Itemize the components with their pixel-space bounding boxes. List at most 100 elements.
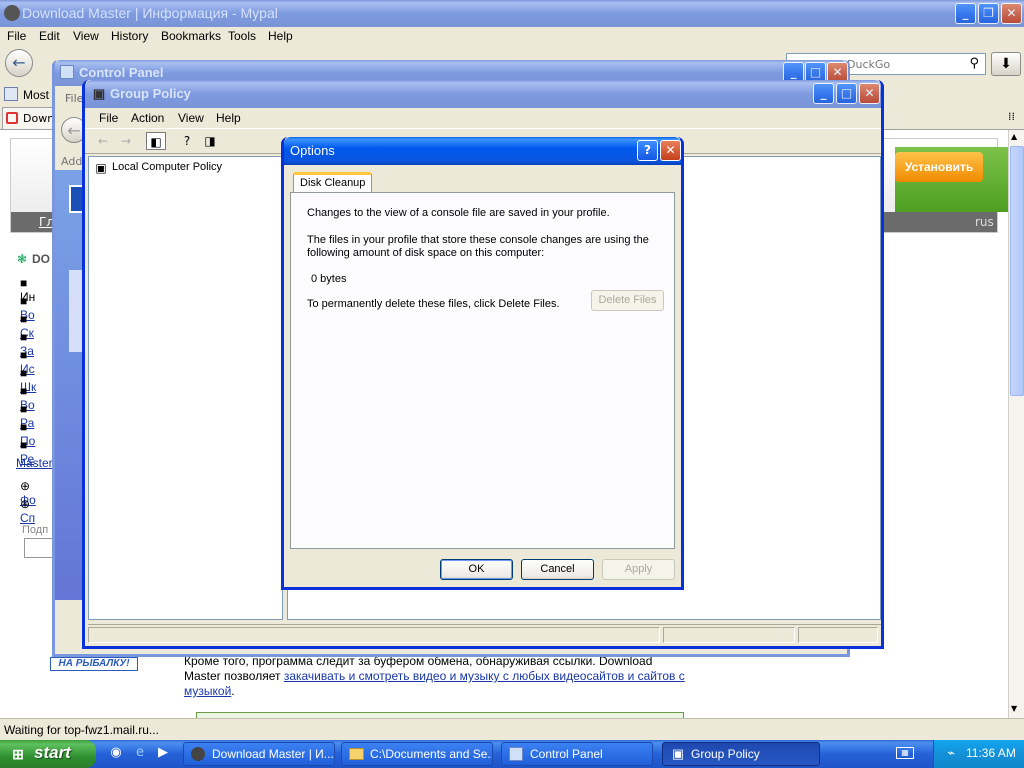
side-label: Подп <box>22 524 49 536</box>
side-heading-text: DO <box>32 252 50 266</box>
search-icon: ⚲ <box>969 56 979 71</box>
scroll-thumb[interactable] <box>1010 146 1024 396</box>
browser-title-bar[interactable]: Download Master | Информация - Mypal _ ❐… <box>0 0 1024 27</box>
task-control-panel[interactable]: Control Panel <box>501 742 653 766</box>
gp-menu-view[interactable]: View <box>178 111 204 125</box>
gp-status-bar <box>88 624 881 644</box>
back-button[interactable]: ← <box>5 49 33 77</box>
taskbar: ⊞ start ◉ e ▶ Download Master | И... C:\… <box>0 740 1024 768</box>
control-panel-title: Control Panel <box>79 65 164 80</box>
options-title-bar[interactable]: Options ? ✕ <box>284 137 681 165</box>
browser-status-bar: Waiting for top-fwz1.mail.ru... <box>0 718 1024 740</box>
options-help-button[interactable]: ? <box>637 140 658 161</box>
side-master-link[interactable]: Master <box>16 456 53 470</box>
apply-button[interactable]: Apply <box>602 559 675 580</box>
keyboard-language-icon[interactable]: ▦ <box>896 747 914 759</box>
task-label: Group Policy <box>691 747 760 761</box>
search-placeholder: DuckGo <box>847 58 891 71</box>
banner-lang[interactable]: rus <box>975 215 994 229</box>
group-policy-task-icon: ▣ <box>671 746 685 761</box>
gp-tree-pane: ▣ Local Computer Policy <box>88 156 283 620</box>
browser-menubar: File Edit View History Bookmarks Tools H… <box>0 27 1024 46</box>
task-label: Control Panel <box>530 747 603 761</box>
scroll-down-icon[interactable]: ▼ <box>1011 704 1017 713</box>
delete-files-button[interactable]: Delete Files <box>591 290 664 311</box>
cancel-button[interactable]: Cancel <box>521 559 594 580</box>
options-dialog: Options ? ✕ Disk Cleanup Changes to the … <box>281 137 684 590</box>
quicklaunch-browser-icon[interactable]: e <box>132 745 148 761</box>
dm-icon: ❃ <box>16 252 28 266</box>
task-label: C:\Documents and Se... <box>370 747 493 761</box>
scroll-up-icon[interactable]: ▲ <box>1011 132 1017 141</box>
policy-computer-icon: ▣ <box>95 161 107 175</box>
network-tray-icon[interactable]: ⌁ <box>942 745 960 763</box>
downloads-button[interactable]: ⬇ <box>991 52 1021 76</box>
browser-minimize-button[interactable]: _ <box>955 3 976 24</box>
start-label: start <box>34 743 71 762</box>
side-more-item[interactable]: ⊕ Сп <box>20 497 35 525</box>
show-hide-tree-icon[interactable]: ◧ <box>146 132 166 150</box>
menu-view[interactable]: View <box>73 29 99 43</box>
gp-status-panel <box>798 627 878 643</box>
menu-edit[interactable]: Edit <box>39 29 60 43</box>
page-scrollbar[interactable]: ▲ ▼ <box>1008 130 1024 718</box>
delete-prompt-text: To permanently delete these files, click… <box>307 298 560 310</box>
menu-history[interactable]: History <box>111 29 148 43</box>
menu-file[interactable]: File <box>7 29 26 43</box>
quicklaunch-media-icon[interactable]: ◉ <box>108 745 124 761</box>
system-tray: ⌁ 11:36 AM <box>933 740 1024 768</box>
start-button[interactable]: ⊞ start <box>0 740 96 768</box>
body-line-3: музыкой. <box>184 684 235 698</box>
promo-badge[interactable]: НА РЫБАЛКУ! <box>50 657 138 671</box>
control-panel-task-icon <box>509 747 523 761</box>
back-arrow-icon[interactable]: ← <box>93 132 113 150</box>
video-music-link[interactable]: закачивать и смотреть видео и музыку с л… <box>284 669 685 683</box>
gp-menu-help[interactable]: Help <box>216 111 241 125</box>
group-policy-title: Group Policy <box>110 86 191 101</box>
tab-list-icon[interactable]: ⁞⁞ <box>1008 110 1015 123</box>
ok-button[interactable]: OK <box>440 559 513 580</box>
profile-view-text: Changes to the view of a console file ar… <box>307 207 610 219</box>
group-policy-title-bar[interactable]: ▣ Group Policy _ □ ✕ <box>85 80 881 108</box>
folder-icon <box>349 748 364 760</box>
gp-menu-file[interactable]: File <box>99 111 118 125</box>
quicklaunch-player-icon[interactable]: ▶ <box>155 745 171 761</box>
menu-bookmarks[interactable]: Bookmarks <box>161 29 221 43</box>
tab-disk-cleanup[interactable]: Disk Cleanup <box>293 172 373 193</box>
install-button[interactable]: Установить <box>895 152 983 182</box>
music-link[interactable]: музыкой <box>184 684 231 698</box>
mypal-logo-icon <box>4 5 20 21</box>
task-download-master[interactable]: Download Master | И... <box>183 742 335 766</box>
control-panel-icon <box>60 65 74 79</box>
profile-files-text-1: The files in your profile that store the… <box>307 234 649 246</box>
cp-menu-file[interactable]: File <box>65 92 83 105</box>
side-input[interactable] <box>24 538 54 558</box>
browser-close-button[interactable]: ✕ <box>1001 3 1022 24</box>
gp-close-button[interactable]: ✕ <box>859 83 880 104</box>
profile-files-text-2: following amount of disk space on this c… <box>307 247 545 259</box>
show-hide-action-pane-icon[interactable]: ◨ <box>200 132 220 150</box>
task-group-policy[interactable]: ▣ Group Policy <box>662 742 820 766</box>
options-close-button[interactable]: ✕ <box>660 140 681 161</box>
clock: 11:36 AM <box>966 746 1016 760</box>
forward-arrow-icon[interactable]: → <box>116 132 136 150</box>
browser-maximize-button[interactable]: ❐ <box>978 3 999 24</box>
bookmark-most-visited[interactable]: Most <box>23 88 49 102</box>
help-topics-icon[interactable]: ? <box>177 132 197 150</box>
group-policy-icon: ▣ <box>92 86 106 101</box>
options-title: Options <box>290 143 335 158</box>
gp-minimize-button[interactable]: _ <box>813 83 834 104</box>
menu-tools[interactable]: Tools <box>228 29 256 43</box>
mypal-icon <box>191 747 205 761</box>
windows-logo-icon: ⊞ <box>12 746 24 762</box>
gp-status-panel <box>88 627 660 643</box>
menu-help[interactable]: Help <box>268 29 293 43</box>
task-documents-folder[interactable]: C:\Documents and Se... <box>341 742 493 766</box>
gp-menu-action[interactable]: Action <box>131 111 164 125</box>
gp-maximize-button[interactable]: □ <box>836 83 857 104</box>
disk-cleanup-tab-page: Changes to the view of a console file ar… <box>290 192 675 549</box>
cp-left-panel <box>55 170 85 600</box>
tree-item-label: Local Computer Policy <box>112 161 223 173</box>
browser-title: Download Master | Информация - Mypal <box>22 5 278 21</box>
gp-status-panel <box>663 627 795 643</box>
